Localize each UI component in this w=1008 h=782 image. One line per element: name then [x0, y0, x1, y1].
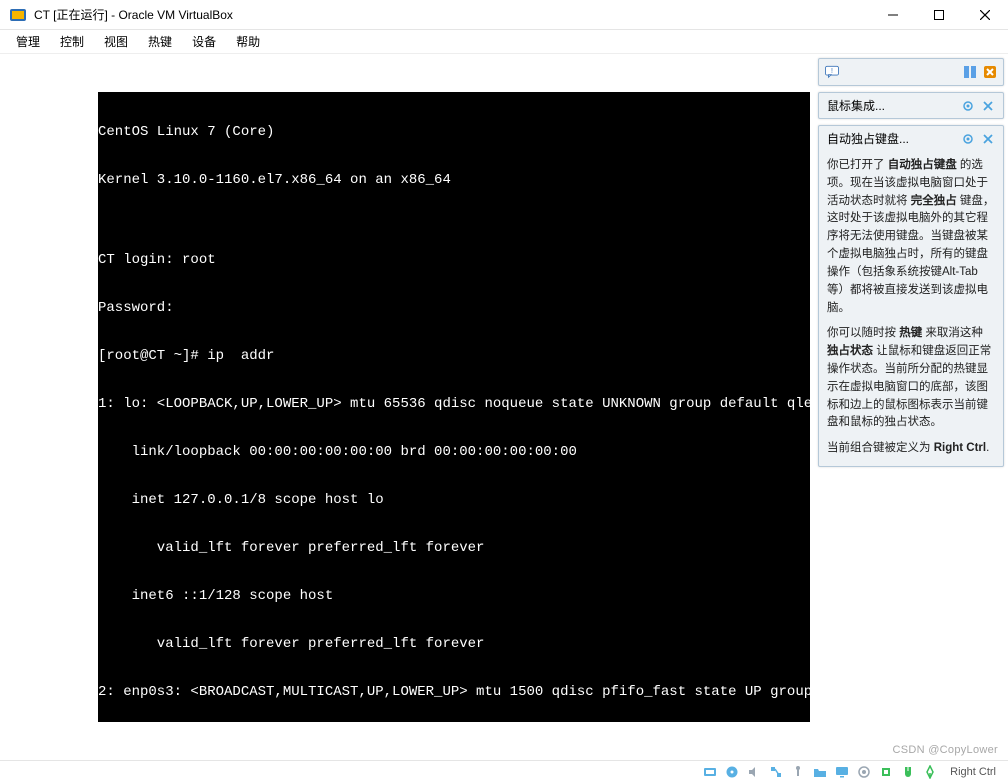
- term-line: inet 127.0.0.1/8 scope host lo: [98, 492, 810, 508]
- status-bar: Right Ctrl: [0, 760, 1008, 782]
- term-line: inet6 ::1/128 scope host: [98, 588, 810, 604]
- text: 键盘，这时处于该虚拟电脑外的其它程序将无法使用键盘。当键盘被某个虚拟电脑独占时，…: [827, 195, 994, 314]
- term-line: [root@CT ~]# ip addr: [98, 348, 810, 364]
- window-titlebar: CT [正在运行] - Oracle VM VirtualBox: [0, 0, 1008, 30]
- notification-auto-capture-keyboard: 自动独占键盘... 你已打开了 自动独占键盘 的选项。现在当该虚拟电脑窗口处于活…: [818, 125, 1004, 467]
- term-line: Kernel 3.10.0-1160.el7.x86_64 on an x86_…: [98, 172, 810, 188]
- close-all-icon[interactable]: [983, 65, 997, 79]
- term-line: valid_lft forever preferred_lft forever: [98, 540, 810, 556]
- text-bold: 独占状态: [827, 345, 873, 357]
- close-icon[interactable]: [981, 132, 995, 146]
- display-icon[interactable]: [834, 764, 850, 780]
- client-area: CentOS Linux 7 (Core) Kernel 3.10.0-1160…: [0, 54, 1008, 782]
- keyboard-capture-icon[interactable]: [922, 764, 938, 780]
- notification-panel: ! 鼠标集成...: [818, 58, 1004, 467]
- pin-icon[interactable]: [961, 132, 975, 146]
- notification-title: 自动独占键盘...: [827, 130, 909, 147]
- close-icon[interactable]: [981, 99, 995, 113]
- virtualbox-icon: [8, 5, 28, 25]
- text: 你已打开了: [827, 159, 888, 171]
- term-line: 2: enp0s3: <BROADCAST,MULTICAST,UP,LOWER…: [98, 684, 810, 700]
- text: 你可以随时按: [827, 327, 899, 339]
- text-bold: 完全独占: [911, 195, 957, 207]
- maximize-button[interactable]: [916, 0, 962, 30]
- hostkey-label: Right Ctrl: [944, 766, 1002, 778]
- svg-text:!: !: [831, 68, 833, 75]
- menu-manage[interactable]: 管理: [6, 31, 50, 52]
- notification-title: 鼠标集成...: [827, 97, 885, 114]
- minimize-button[interactable]: [870, 0, 916, 30]
- audio-icon[interactable]: [746, 764, 762, 780]
- guest-terminal[interactable]: CentOS Linux 7 (Core) Kernel 3.10.0-1160…: [98, 92, 810, 722]
- menu-bar: 管理 控制 视图 热键 设备 帮助: [0, 30, 1008, 54]
- term-line: CT login: root: [98, 252, 810, 268]
- term-line: valid_lft forever preferred_lft forever: [98, 636, 810, 652]
- mouse-capture-icon[interactable]: [900, 764, 916, 780]
- optical-drive-icon[interactable]: [724, 764, 740, 780]
- menu-view[interactable]: 视图: [94, 31, 138, 52]
- term-line: 1: lo: <LOOPBACK,UP,LOWER_UP> mtu 65536 …: [98, 396, 810, 412]
- shared-folders-icon[interactable]: [812, 764, 828, 780]
- menu-help[interactable]: 帮助: [226, 31, 270, 52]
- window-title: CT [正在运行] - Oracle VM VirtualBox: [34, 6, 233, 23]
- status-tray: Right Ctrl: [702, 764, 1008, 780]
- keep-open-icon[interactable]: [963, 65, 977, 79]
- network-icon[interactable]: [768, 764, 784, 780]
- text: 当前组合键被定义为: [827, 442, 934, 454]
- term-line: CentOS Linux 7 (Core): [98, 124, 810, 140]
- menu-control[interactable]: 控制: [50, 31, 94, 52]
- text-bold: 自动独占键盘: [888, 159, 957, 171]
- term-line: link/loopback 00:00:00:00:00:00 brd 00:0…: [98, 444, 810, 460]
- pin-icon[interactable]: [961, 99, 975, 113]
- text-bold: Right Ctrl: [934, 442, 986, 454]
- notification-toolbar: !: [818, 58, 1004, 86]
- text: .: [986, 442, 989, 454]
- menu-hotkey[interactable]: 热键: [138, 31, 182, 52]
- usb-icon[interactable]: [790, 764, 806, 780]
- menu-devices[interactable]: 设备: [182, 31, 226, 52]
- recording-icon[interactable]: [856, 764, 872, 780]
- harddisk-icon[interactable]: [702, 764, 718, 780]
- text-bold: 热键: [899, 327, 922, 339]
- cpu-icon[interactable]: [878, 764, 894, 780]
- info-balloon-icon[interactable]: !: [825, 65, 839, 79]
- text: 让鼠标和键盘返回正常操作状态。当前所分配的热键显示在虚拟电脑窗口的底部，该图标和…: [827, 345, 991, 428]
- text: 来取消这种: [922, 327, 983, 339]
- notification-mouse-integration: 鼠标集成...: [818, 92, 1004, 119]
- term-line: Password:: [98, 300, 810, 316]
- notification-body: 你已打开了 自动独占键盘 的选项。现在当该虚拟电脑窗口处于活动状态时就将 完全独…: [819, 151, 1003, 466]
- close-button[interactable]: [962, 0, 1008, 30]
